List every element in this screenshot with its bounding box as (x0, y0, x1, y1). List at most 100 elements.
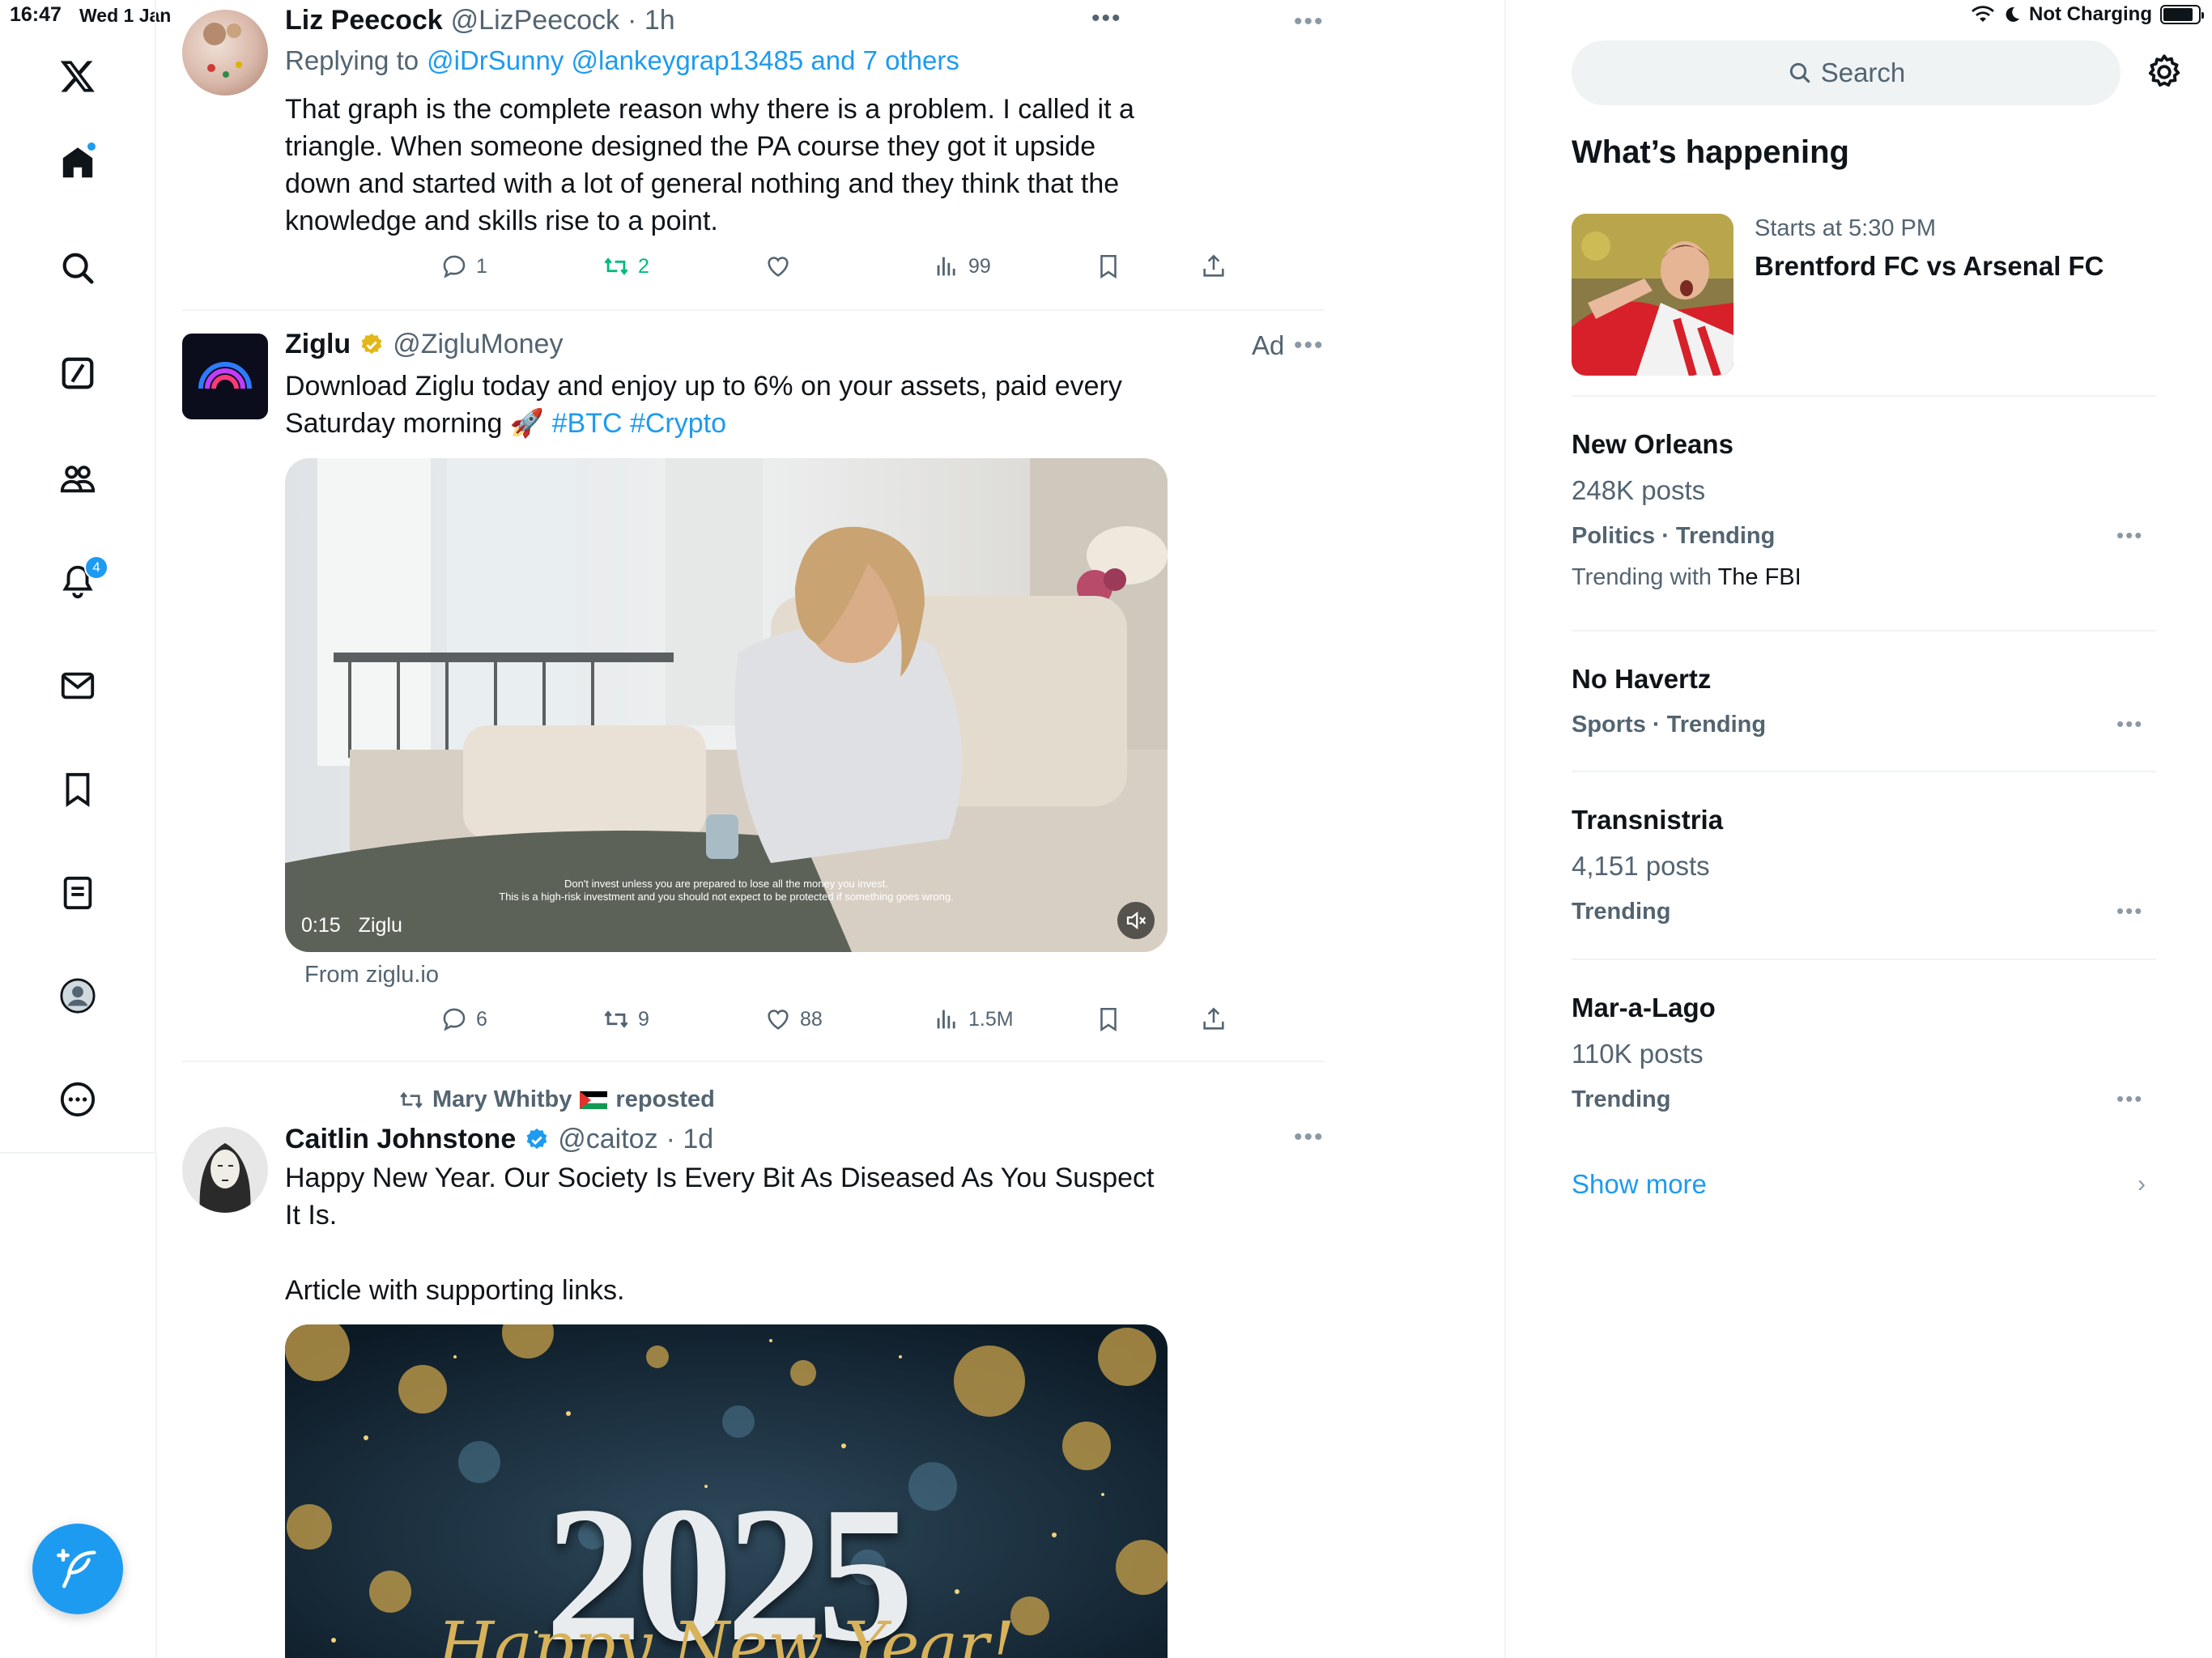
reply-icon (443, 255, 466, 278)
share-button[interactable] (1200, 253, 1227, 280)
hashtags[interactable]: #BTC #Crypto (552, 408, 726, 439)
author-name[interactable]: Ziglu (285, 329, 351, 360)
tweet-text: Happy New Year. Our Society Is Every Bit… (285, 1163, 1155, 1231)
ad-source-link[interactable]: From ziglu.io (304, 962, 439, 988)
trend-divider (1572, 771, 2156, 772)
trend-more-icon[interactable]: ••• (2116, 523, 2143, 548)
event-image[interactable] (1572, 214, 1733, 376)
tweet-image[interactable]: 2025 Happy New Year! (285, 1324, 1168, 1658)
disclaimer-line-2: This is a high-risk investment and you s… (499, 891, 954, 903)
repost-button[interactable]: 2 (602, 253, 649, 280)
bookmark-button[interactable] (1095, 1005, 1122, 1033)
trend-count: 110K posts (1572, 1039, 1704, 1069)
trend-with-prefix: Trending with (1572, 564, 1712, 590)
verified-gold-icon (361, 333, 382, 354)
tweet-divider (182, 1061, 1324, 1062)
profile-icon[interactable] (53, 971, 102, 1020)
like-button[interactable]: 88 (764, 1005, 823, 1033)
views-button[interactable]: 99 (933, 253, 991, 280)
show-more-link[interactable]: Show more (1572, 1169, 1707, 1200)
trend-more-icon[interactable]: ••• (2116, 712, 2143, 737)
ad-video[interactable]: Don't invest unless you are prepared to … (285, 458, 1168, 952)
grok-icon[interactable] (53, 349, 102, 397)
notifications-icon[interactable]: 4 (53, 555, 108, 606)
bookmark-button[interactable] (1095, 253, 1122, 280)
trend-divider (1572, 630, 2156, 631)
trend-name: Transnistria (1572, 805, 1724, 835)
compose-button[interactable] (32, 1524, 123, 1614)
lists-icon[interactable] (53, 869, 102, 917)
bookmark-icon (1100, 1007, 1117, 1032)
event-title[interactable]: Brentford FC vs Arsenal FC (1755, 251, 2104, 282)
reply-button[interactable]: 1 (440, 253, 487, 280)
messages-icon[interactable] (53, 661, 102, 710)
heart-icon (768, 257, 789, 277)
tweet-time[interactable]: · 1h (627, 5, 675, 36)
author-handle[interactable]: @LizPeecock (451, 5, 619, 36)
avatar[interactable] (182, 1127, 268, 1213)
trend-category: Sports · Trending (1572, 712, 1767, 738)
moon-icon (2006, 6, 2020, 22)
trend-with-topic[interactable]: The FBI (1718, 564, 1802, 590)
more-icon[interactable] (53, 1075, 102, 1124)
view-count: 99 (968, 254, 991, 278)
home-icon[interactable] (53, 139, 102, 188)
author-handle[interactable]: @ZigluMoney (393, 329, 563, 360)
share-icon (1203, 254, 1224, 277)
compose-feather-icon (57, 1549, 96, 1588)
timeline-border (1504, 0, 1506, 1658)
repost-icon (604, 257, 628, 275)
repost-count: 2 (638, 254, 649, 278)
trend-count: 248K posts (1572, 475, 1706, 505)
trend-name: New Orleans (1572, 429, 1733, 459)
trend-more-icon[interactable]: ••• (2116, 1086, 2143, 1112)
search-input[interactable]: Search (1572, 40, 2121, 105)
avatar[interactable] (182, 334, 268, 419)
tweet-time[interactable]: · 1d (666, 1124, 714, 1155)
search-placeholder: Search (1820, 57, 1906, 87)
bookmarks-icon[interactable] (53, 765, 102, 814)
event-time: Starts at 5:30 PM (1755, 215, 1937, 241)
verified-blue-icon (526, 1128, 547, 1149)
author-handle[interactable]: @caitoz (558, 1124, 657, 1155)
speaker-muted-icon (1126, 911, 1146, 930)
explore-icon[interactable] (53, 244, 102, 292)
more-options-icon[interactable]: ••• (1294, 1124, 1325, 1151)
tweet-text-2: Article with supporting links. (285, 1275, 625, 1306)
bookmark-icon (1100, 254, 1117, 279)
more-options-icon[interactable]: ••• (1294, 332, 1325, 359)
battery-status-label: Not Charging (2029, 3, 2152, 25)
share-button[interactable] (1200, 1005, 1227, 1033)
views-button[interactable]: 1.5M (933, 1005, 1014, 1033)
repost-context: Mary Whitby reposted (398, 1086, 715, 1113)
share-icon (1203, 1007, 1224, 1030)
replying-to-users[interactable]: @iDrSunny @lankeygrap13485 and 7 others (427, 45, 959, 76)
video-meta: 0:15 Ziglu (301, 914, 402, 937)
trend-divider (1572, 959, 2156, 960)
settings-button[interactable] (2144, 52, 2184, 92)
tweet-header: Liz Peecock @LizPeecock · 1h (285, 5, 675, 36)
mute-button[interactable] (1117, 902, 1155, 939)
tweet-text: Download Ziglu today and enjoy up to 6% … (285, 368, 1168, 442)
communities-icon[interactable] (53, 454, 102, 503)
reposter-name[interactable]: Mary Whitby (432, 1086, 572, 1113)
status-indicators: Not Charging (1971, 3, 2204, 26)
trend-count: 4,151 posts (1572, 851, 1710, 881)
home-unread-dot (86, 141, 97, 152)
author-name[interactable]: Caitlin Johnstone (285, 1124, 516, 1155)
battery-level (2163, 8, 2193, 21)
tweet-header: Ziglu @ZigluMoney (285, 329, 563, 360)
trend-more-icon[interactable]: ••• (2116, 899, 2143, 924)
avatar[interactable] (182, 10, 268, 96)
top-drag-handle-icon[interactable]: ••• (1091, 5, 1122, 32)
video-duration: 0:15 (301, 914, 341, 937)
views-icon (937, 257, 955, 276)
whats-happening-heading: What’s happening (1572, 134, 1849, 170)
repost-button[interactable]: 9 (602, 1005, 649, 1033)
x-logo-icon[interactable] (53, 52, 102, 100)
more-options-icon[interactable]: ••• (1294, 8, 1325, 36)
wifi-icon (1972, 6, 1995, 22)
reply-button[interactable]: 6 (440, 1005, 487, 1033)
like-button[interactable] (764, 253, 800, 280)
author-name[interactable]: Liz Peecock (285, 5, 443, 36)
